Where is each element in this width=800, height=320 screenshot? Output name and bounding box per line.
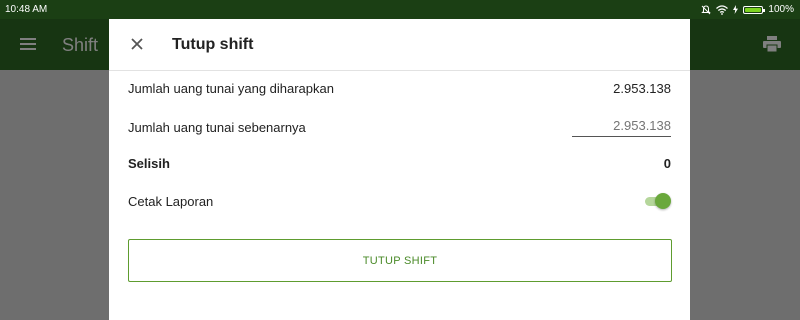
dialog-header: Tutup shift (109, 19, 690, 71)
print-report-label: Cetak Laporan (128, 193, 214, 209)
status-bar: 10:48 AM 100% (0, 0, 800, 19)
actual-cash-input[interactable] (572, 118, 671, 137)
expected-cash-row: Jumlah uang tunai yang diharapkan 2.953.… (128, 81, 671, 96)
battery-percent: 100% (768, 4, 794, 15)
wifi-icon (716, 4, 729, 15)
close-icon[interactable] (129, 36, 145, 52)
close-shift-dialog: Tutup shift Jumlah uang tunai yang dihar… (109, 19, 690, 320)
battery-icon (743, 5, 766, 14)
close-shift-button[interactable]: TUTUP SHIFT (128, 239, 672, 282)
expected-cash-label: Jumlah uang tunai yang diharapkan (128, 81, 334, 96)
toggle-thumb (655, 193, 671, 209)
print-report-row: Cetak Laporan (128, 193, 671, 209)
print-report-toggle[interactable] (645, 193, 671, 209)
difference-label: Selisih (128, 156, 170, 171)
actual-cash-label: Jumlah uang tunai sebenarnya (128, 120, 306, 135)
expected-cash-value: 2.953.138 (613, 81, 671, 96)
difference-value: 0 (663, 156, 671, 171)
status-icons: 100% (701, 4, 794, 15)
difference-row: Selisih 0 (128, 156, 671, 171)
charging-bolt-icon (733, 5, 739, 14)
notifications-off-icon (701, 4, 712, 14)
status-time: 10:48 AM (5, 4, 48, 15)
dialog-title: Tutup shift (172, 36, 254, 53)
actual-cash-row: Jumlah uang tunai sebenarnya (128, 118, 671, 137)
